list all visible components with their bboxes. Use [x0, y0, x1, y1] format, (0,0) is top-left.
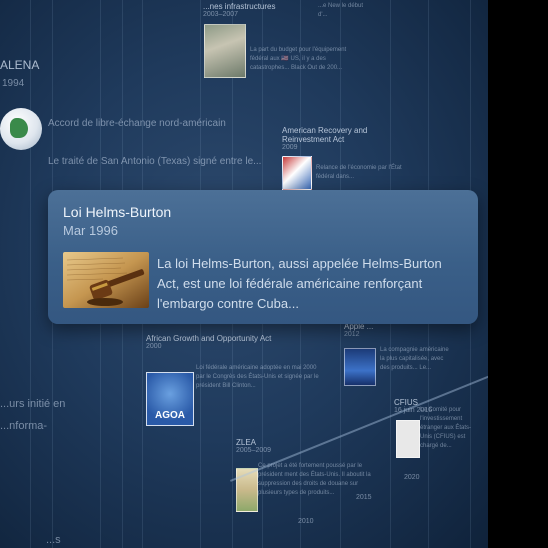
event-title: ...nes infrastructures	[203, 2, 276, 11]
timeline-stage: ...nes infrastructures 2003–2007 La part…	[0, 0, 548, 548]
timeline-panel[interactable]: ...nes infrastructures 2003–2007 La part…	[0, 0, 488, 548]
cfius-logo	[396, 420, 420, 458]
left-partial-text-2: ...nforma-	[0, 420, 48, 432]
event-title: African Growth and Opportunity Act	[146, 334, 272, 343]
event-zlea-body: Ce projet a été fortement poussé par le …	[258, 463, 371, 496]
event-title: American Recovery and Reinvestment Act	[282, 126, 368, 144]
event-arra[interactable]: American Recovery and Reinvestment Act 2…	[282, 126, 412, 151]
gavel-icon	[63, 252, 149, 308]
axis-tick-2020: 2020	[404, 474, 420, 481]
axis-tick-2015: 2015	[356, 494, 372, 501]
event-infrastructures-body: La part du budget pour l'équipement fédé…	[250, 47, 347, 71]
event-date: 2003–2007	[203, 11, 239, 18]
event-top-right: ...e New le début d'...	[318, 3, 364, 18]
gavel-image[interactable]	[63, 252, 149, 308]
popup-description: La loi Helms-Burton, aussi appelée Helms…	[157, 256, 442, 311]
viewport-edge	[488, 0, 548, 548]
event-popup-card[interactable]: Loi Helms-Burton Mar 1996 La loi Helms-B…	[48, 190, 478, 324]
axis-tick-2010: 2010	[298, 518, 314, 525]
right-small-photo	[344, 348, 376, 386]
event-date: 2005–2009	[236, 447, 272, 454]
event-title: ZLEA	[236, 438, 257, 447]
infrastructure-photo	[204, 24, 246, 78]
event-agoa-body: Loi fédérale américaine adoptée en mai 2…	[196, 365, 319, 389]
left-partial-text-3: ...s	[46, 534, 61, 546]
event-agoa[interactable]: African Growth and Opportunity Act 2000	[146, 334, 286, 350]
alena-date: 1994	[2, 78, 25, 89]
popup-title: Loi Helms-Burton	[63, 204, 172, 220]
arra-logo	[282, 156, 312, 190]
agoa-logo: AGOA	[146, 372, 194, 426]
event-zlea[interactable]: ZLEA 2005–2009	[236, 438, 296, 454]
alena-description: Accord de libre-échange nord-américain	[48, 118, 226, 129]
event-arra-body: Relance de l'économie par l'État fédéral…	[316, 165, 402, 180]
event-infrastructures[interactable]: ...nes infrastructures 2003–2007	[203, 2, 313, 18]
north-america-icon	[10, 118, 28, 138]
event-right-small-body: La compagnie américaine la plus capitali…	[380, 347, 449, 371]
event-right-small[interactable]: Apple ... 2012	[344, 322, 384, 338]
popup-date: Mar 1996	[63, 223, 118, 238]
event-date: 2000	[146, 343, 162, 350]
alena-treaty: Le traité de San Antonio (Texas) signé e…	[48, 156, 262, 167]
left-partial-text-1: ...urs initié en	[0, 398, 66, 410]
alena-title: ALENA	[0, 58, 40, 72]
event-date: 2009	[282, 144, 298, 151]
event-cfius-body: Le Comité pour l'investissement étranger…	[420, 407, 472, 449]
alena-globe-icon[interactable]	[0, 108, 42, 150]
grid-line	[30, 0, 31, 548]
